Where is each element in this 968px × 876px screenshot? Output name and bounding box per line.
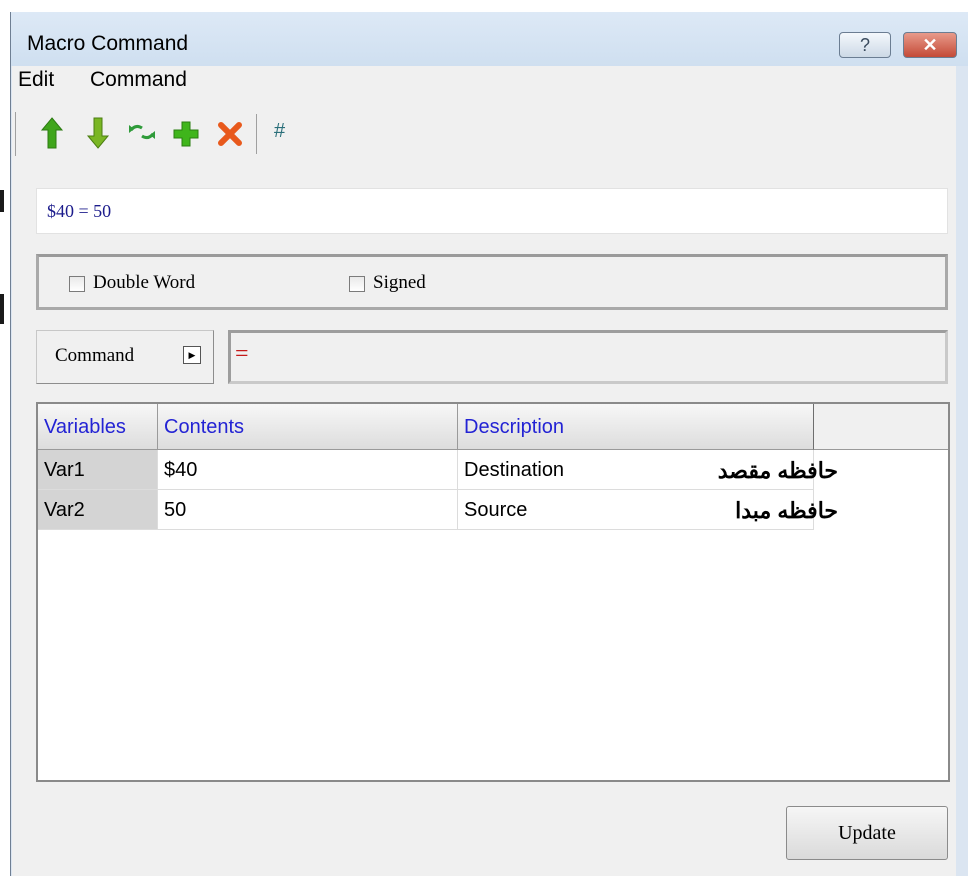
expression-field[interactable]: $40 = 50 <box>36 188 948 234</box>
toolbar: # <box>12 110 332 156</box>
column-header-variables[interactable]: Variables <box>38 404 158 450</box>
title-bar[interactable]: Macro Command ? ✕ <box>11 12 968 66</box>
delete-icon[interactable] <box>216 116 244 150</box>
annotation-destination: حافظه مقصد <box>717 458 838 483</box>
move-down-icon[interactable] <box>84 116 112 150</box>
double-word-label: Double Word <box>93 272 196 293</box>
menu-command[interactable]: Command <box>90 68 187 92</box>
move-up-icon[interactable] <box>38 116 66 150</box>
column-header-contents[interactable]: Contents <box>158 404 458 450</box>
cell-contents-var1[interactable]: $40 <box>158 450 458 490</box>
command-label: Command <box>55 345 135 366</box>
macro-command-window: Macro Command ? ✕ Edit Command # $40 = 5… <box>10 12 968 876</box>
help-icon: ? <box>859 35 870 55</box>
number-sign-icon[interactable]: # <box>274 120 302 154</box>
toolbar-separator <box>256 114 257 154</box>
dialog-body: Edit Command # $40 = 50 Double Word Sign… <box>12 66 956 876</box>
variables-grid: Variables Contents Description Var1 $40 … <box>36 402 950 782</box>
row-header-var1[interactable]: Var1 <box>38 450 158 490</box>
update-button[interactable]: Update <box>786 806 948 860</box>
options-group: Double Word Signed <box>36 254 948 310</box>
column-header-description[interactable]: Description <box>458 404 814 450</box>
annotation-source: حافظه مبدا <box>735 498 838 523</box>
cell-contents-var2[interactable]: 50 <box>158 490 458 530</box>
close-icon: ✕ <box>922 35 938 55</box>
signed-label: Signed <box>373 272 426 293</box>
row-header-var2[interactable]: Var2 <box>38 490 158 530</box>
command-button[interactable]: Command ▶ <box>36 330 214 384</box>
swap-icon[interactable] <box>128 116 156 150</box>
help-button[interactable]: ? <box>839 32 891 58</box>
menu-edit[interactable]: Edit <box>18 68 54 92</box>
left-edge-marker <box>0 190 4 212</box>
add-icon[interactable] <box>172 116 200 150</box>
column-header-filler <box>814 404 948 450</box>
menu-bar: Edit Command <box>12 66 956 96</box>
command-operator-field[interactable]: = <box>228 330 948 384</box>
checkbox-box[interactable] <box>349 276 365 292</box>
left-edge-marker <box>0 294 4 324</box>
chevron-right-icon[interactable]: ▶ <box>183 346 201 364</box>
close-button[interactable]: ✕ <box>903 32 957 58</box>
checkbox-box[interactable] <box>69 276 85 292</box>
window-title: Macro Command <box>27 32 189 55</box>
command-operator: = <box>235 341 249 367</box>
toolbar-grip <box>15 112 16 156</box>
expression-text: $40 = 50 <box>47 201 112 221</box>
